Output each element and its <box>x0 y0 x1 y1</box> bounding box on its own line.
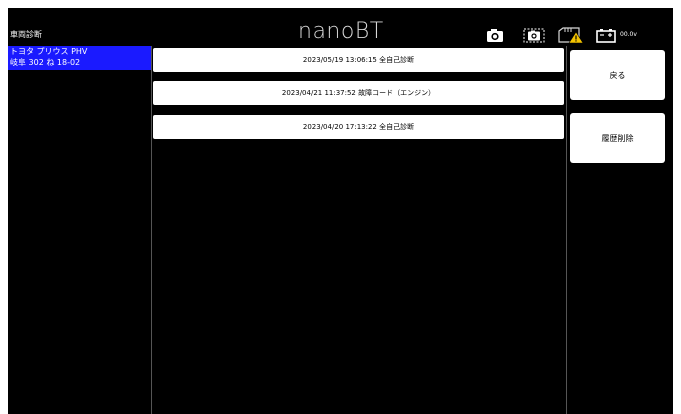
history-item[interactable]: 2023/04/20 17:13:22 全自己診断 <box>153 115 564 139</box>
vehicle-plate: 岐阜 302 ね 18-02 <box>10 58 81 67</box>
brand-logo: nanoBT <box>298 19 384 44</box>
history-item[interactable]: 2023/04/21 11:37:52 故障コード（エンジン） <box>153 81 564 105</box>
delete-history-button-label: 履歴削除 <box>601 133 634 143</box>
camera-icon[interactable] <box>486 26 504 44</box>
sd-card-warning-icon <box>557 26 585 44</box>
history-item-label: 2023/05/19 13:06:15 全自己診断 <box>302 56 415 64</box>
back-button-label: 戻る <box>609 70 626 80</box>
battery-icon <box>596 26 616 44</box>
sidebar-item-vehicle[interactable]: トヨタ プリウス PHV 岐阜 302 ね 18-02 <box>8 46 151 70</box>
delete-history-button[interactable]: 履歴削除 <box>570 113 665 163</box>
history-item-label: 2023/04/21 11:37:52 故障コード（エンジン） <box>281 89 436 97</box>
voltage-readout: 00.0v <box>620 31 637 38</box>
screen-title: 車両診断 <box>10 30 42 39</box>
sidebar-divider <box>151 46 152 414</box>
history-item[interactable]: 2023/05/19 13:06:15 全自己診断 <box>153 48 564 72</box>
history-item-label: 2023/04/20 17:13:22 全自己診断 <box>302 123 415 131</box>
app-screen: 車両診断 nanoBT 00.0v トヨタ プリウス PHV 岐阜 302 ね … <box>8 8 673 414</box>
vehicle-model: トヨタ プリウス PHV <box>10 47 88 56</box>
top-bar: 車両診断 nanoBT 00.0v <box>8 8 673 46</box>
back-button[interactable]: 戻る <box>570 50 665 100</box>
screenshot-icon[interactable] <box>523 26 545 44</box>
actions-divider <box>566 46 567 414</box>
